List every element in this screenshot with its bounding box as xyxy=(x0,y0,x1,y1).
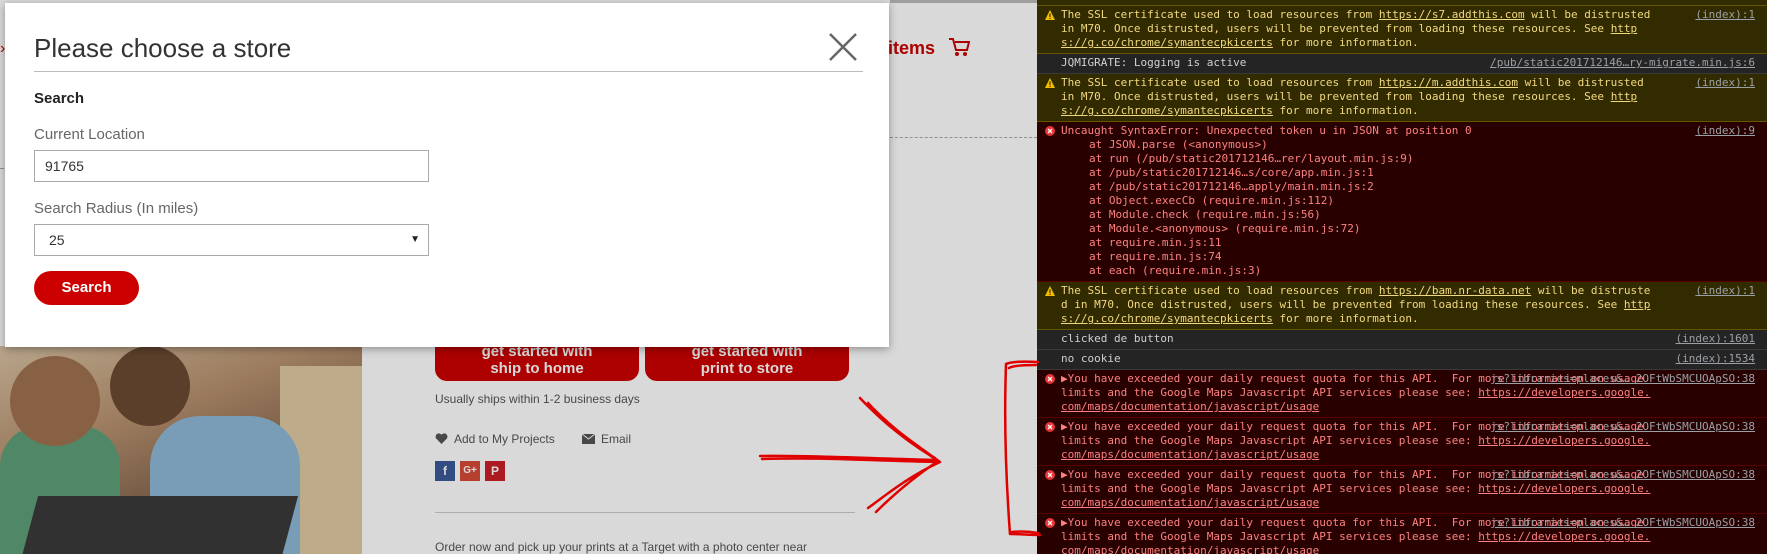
console-message-info[interactable]: JQMIGRATE: Logging is active/pub/static2… xyxy=(1037,54,1767,74)
message-source-link[interactable]: js?libraries=places&… 2OFtWbSMCUOApSO:38 xyxy=(1490,516,1755,530)
message-source-link[interactable]: (index):1534 xyxy=(1675,352,1755,366)
message-source-link[interactable]: /pub/static201712146…ry-migrate.min.js:6 xyxy=(1490,56,1755,70)
message-text: The SSL certificate used to load resourc… xyxy=(1061,284,1379,297)
stack-frame[interactable]: at run (/pub/static201712146…rer/layout.… xyxy=(1061,152,1755,166)
console-message-text: The SSL certificate used to load resourc… xyxy=(1061,76,1755,118)
message-source-link[interactable]: (index):1 xyxy=(1695,76,1755,90)
message-text: JQMIGRATE: Logging is active xyxy=(1061,56,1247,69)
stack-frame[interactable]: at each (require.min.js:3) xyxy=(1061,264,1755,278)
warning-icon xyxy=(1045,10,1055,20)
message-source-link[interactable]: (index):1601 xyxy=(1675,332,1755,346)
chevron-down-icon: ▼ xyxy=(410,234,420,245)
console-message-err[interactable]: Uncaught SyntaxError: Unexpected token u… xyxy=(1037,122,1767,282)
message-link[interactable]: https://m.addthis.com xyxy=(1379,76,1518,89)
console-message-err[interactable]: ▶You have exceeded your daily request qu… xyxy=(1037,370,1767,418)
radius-label: Search Radius (In miles) xyxy=(34,200,199,217)
modal-title: Please choose a store xyxy=(34,33,292,63)
message-source-link[interactable]: js?libraries=places&… 2OFtWbSMCUOApSO:38 xyxy=(1490,372,1755,386)
message-source-link[interactable]: (index):1 xyxy=(1695,8,1755,22)
error-icon xyxy=(1045,126,1055,136)
radius-value: 25 xyxy=(49,232,65,248)
console-message-text: The SSL certificate used to load resourc… xyxy=(1061,8,1755,50)
message-source-link[interactable]: js?libraries=places&… 2OFtWbSMCUOApSO:38 xyxy=(1490,420,1755,434)
console-message-info[interactable]: no cookie (index):1534 xyxy=(1037,350,1767,370)
console-message-err[interactable]: ▶You have exceeded your daily request qu… xyxy=(1037,466,1767,514)
message-source-link[interactable]: js?libraries=places&… 2OFtWbSMCUOApSO:38 xyxy=(1490,468,1755,482)
stack-frame[interactable]: at require.min.js:11 xyxy=(1061,236,1755,250)
error-icon xyxy=(1045,422,1055,432)
radius-select[interactable]: 25 ▼ xyxy=(34,224,429,256)
modal-divider xyxy=(34,71,863,72)
console-message-text: no cookie xyxy=(1061,352,1755,366)
warning-icon xyxy=(1045,78,1055,88)
message-text: no cookie xyxy=(1061,352,1121,365)
console-message-err[interactable]: ▶You have exceeded your daily request qu… xyxy=(1037,514,1767,554)
location-input[interactable] xyxy=(34,150,429,182)
console-message-warn[interactable]: The SSL certificate used to load resourc… xyxy=(1037,282,1767,330)
stack-frame[interactable]: at JSON.parse (<anonymous>) xyxy=(1061,138,1755,152)
console-message-list: The SSL certificate used to load resourc… xyxy=(1037,6,1767,554)
message-source-link[interactable]: (index):9 xyxy=(1695,124,1755,138)
message-link[interactable]: https://s7.addthis.com xyxy=(1379,8,1525,21)
console-message-warn[interactable]: The SSL certificate used to load resourc… xyxy=(1037,74,1767,122)
message-text: for more information. xyxy=(1272,36,1419,49)
error-icon xyxy=(1045,374,1055,384)
error-icon xyxy=(1045,518,1055,528)
devtools-console: The SSL certificate used to load resourc… xyxy=(1037,0,1767,554)
message-text: for more information. xyxy=(1272,312,1419,325)
message-link[interactable]: https://bam.nr-data.net xyxy=(1379,284,1531,297)
error-icon xyxy=(1045,470,1055,480)
location-label: Current Location xyxy=(34,126,145,143)
search-button[interactable]: Search xyxy=(34,271,139,305)
console-message-text: The SSL certificate used to load resourc… xyxy=(1061,284,1755,326)
store-picker-modal: Please choose a store Search Current Loc… xyxy=(5,3,889,347)
stack-frame[interactable]: at /pub/static201712146…apply/main.min.j… xyxy=(1061,180,1755,194)
stack-frame[interactable]: at Module.check (require.min.js:56) xyxy=(1061,208,1755,222)
message-text: for more information. xyxy=(1272,104,1419,117)
console-message-warn[interactable]: The SSL certificate used to load resourc… xyxy=(1037,6,1767,54)
stack-frame[interactable]: at /pub/static201712146…s/core/app.min.j… xyxy=(1061,166,1755,180)
message-text: clicked de button xyxy=(1061,332,1174,345)
stack-frame[interactable]: at require.min.js:74 xyxy=(1061,250,1755,264)
warning-icon xyxy=(1045,286,1055,296)
message-source-link[interactable]: (index):1 xyxy=(1695,284,1755,298)
search-heading: Search xyxy=(34,90,85,107)
stack-frame[interactable]: at Module.<anonymous> (require.min.js:72… xyxy=(1061,222,1755,236)
message-text: The SSL certificate used to load resourc… xyxy=(1061,76,1379,89)
console-message-text: clicked de button xyxy=(1061,332,1755,346)
close-icon[interactable] xyxy=(827,31,859,63)
console-message-err[interactable]: ▶You have exceeded your daily request qu… xyxy=(1037,418,1767,466)
website-page: › items get started with ship to home ge… xyxy=(0,0,1037,554)
message-text: Uncaught SyntaxError: Unexpected token u… xyxy=(1061,124,1472,137)
stack-frame[interactable]: at Object.execCb (require.min.js:112) xyxy=(1061,194,1755,208)
message-text: The SSL certificate used to load resourc… xyxy=(1061,8,1379,21)
console-message-info[interactable]: clicked de button (index):1601 xyxy=(1037,330,1767,350)
console-message-text: Uncaught SyntaxError: Unexpected token u… xyxy=(1061,124,1755,138)
